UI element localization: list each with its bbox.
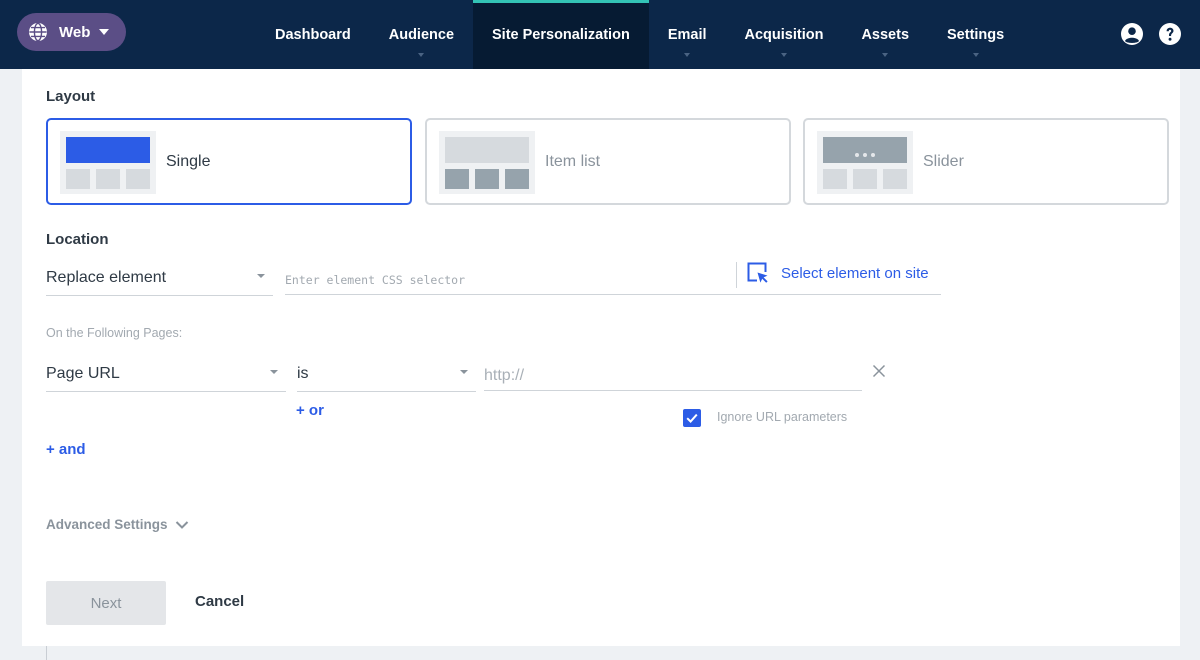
nav-item-audience[interactable]: Audience (370, 0, 473, 69)
next-button[interactable]: Next (46, 581, 166, 625)
select-value: Page URL (46, 365, 120, 382)
page-edge-line (46, 646, 47, 660)
nav-item-label: Acquisition (744, 26, 824, 43)
nav-item-label: Assets (861, 26, 910, 43)
layout-option-slider[interactable]: Slider (803, 118, 1169, 205)
input-divider (736, 262, 737, 288)
add-or-condition-link[interactable]: + or (296, 402, 324, 419)
nav-item-label: Settings (947, 26, 1005, 43)
location-method-select[interactable]: Replace element (46, 263, 273, 296)
channel-selector-button[interactable]: Web (17, 13, 126, 51)
nav-item-label: Email (667, 26, 707, 43)
select-element-label: Select element on site (781, 264, 929, 282)
element-picker-icon (747, 262, 768, 283)
nav-item-label: Site Personalization (492, 26, 630, 43)
select-value: is (297, 365, 309, 382)
nav-item-label: Audience (388, 26, 455, 43)
page-rule-operator-select[interactable]: is (297, 359, 476, 392)
layout-option-single[interactable]: Single (46, 118, 412, 205)
check-icon (686, 413, 698, 423)
layout-option-label: Item list (545, 153, 601, 170)
caret-down-icon (882, 53, 889, 57)
advanced-settings-label: Advanced Settings (46, 517, 168, 532)
user-icon[interactable] (1120, 22, 1144, 46)
location-section-title: Location (46, 231, 109, 248)
remove-rule-icon[interactable] (871, 363, 887, 379)
ignore-url-parameters-checkbox[interactable] (683, 409, 701, 427)
main-nav: Dashboard Audience Site Personalization … (256, 0, 1023, 69)
channel-label: Web (59, 23, 91, 41)
help-icon[interactable] (1158, 22, 1182, 46)
layout-option-label: Slider (923, 153, 964, 170)
chevron-down-icon (175, 520, 188, 529)
nav-item-assets[interactable]: Assets (842, 0, 928, 69)
nav-item-settings[interactable]: Settings (928, 0, 1023, 69)
globe-icon (29, 22, 47, 42)
caret-down-icon (270, 370, 278, 374)
caret-down-icon (460, 370, 468, 374)
single-layout-thumbnail (60, 131, 156, 194)
page-rule-field-select[interactable]: Page URL (46, 359, 286, 392)
ignore-url-parameters-label: Ignore URL parameters (717, 410, 848, 424)
nav-item-label: Dashboard (275, 26, 351, 43)
select-value: Replace element (46, 269, 167, 286)
layout-section-title: Layout (46, 88, 96, 105)
caret-down-icon (972, 53, 979, 57)
caret-down-icon (780, 53, 787, 57)
nav-item-email[interactable]: Email (649, 0, 726, 69)
caret-down-icon (684, 53, 691, 57)
nav-item-site-personalization[interactable]: Site Personalization (473, 0, 649, 69)
caret-down-icon (257, 274, 265, 278)
item-list-layout-thumbnail (439, 131, 535, 194)
nav-item-acquisition[interactable]: Acquisition (726, 0, 843, 69)
layout-option-label: Single (166, 153, 211, 170)
cancel-button[interactable]: Cancel (195, 593, 244, 610)
chevron-down-icon (99, 29, 110, 35)
personalization-form-card: Layout Single Item list Slider Location … (22, 69, 1180, 646)
layout-option-item-list[interactable]: Item list (425, 118, 791, 205)
add-and-condition-link[interactable]: + and (46, 441, 86, 458)
advanced-settings-toggle[interactable]: Advanced Settings (46, 517, 189, 532)
nav-item-dashboard[interactable]: Dashboard (256, 0, 370, 69)
pages-label: On the Following Pages: (46, 326, 183, 340)
caret-down-icon (418, 53, 425, 57)
top-navigation-bar: Web Dashboard Audience Site Personalizat… (0, 0, 1200, 69)
page-url-input[interactable] (484, 361, 862, 391)
slider-layout-thumbnail (817, 131, 913, 194)
select-element-on-site-button[interactable]: Select element on site (747, 262, 929, 284)
